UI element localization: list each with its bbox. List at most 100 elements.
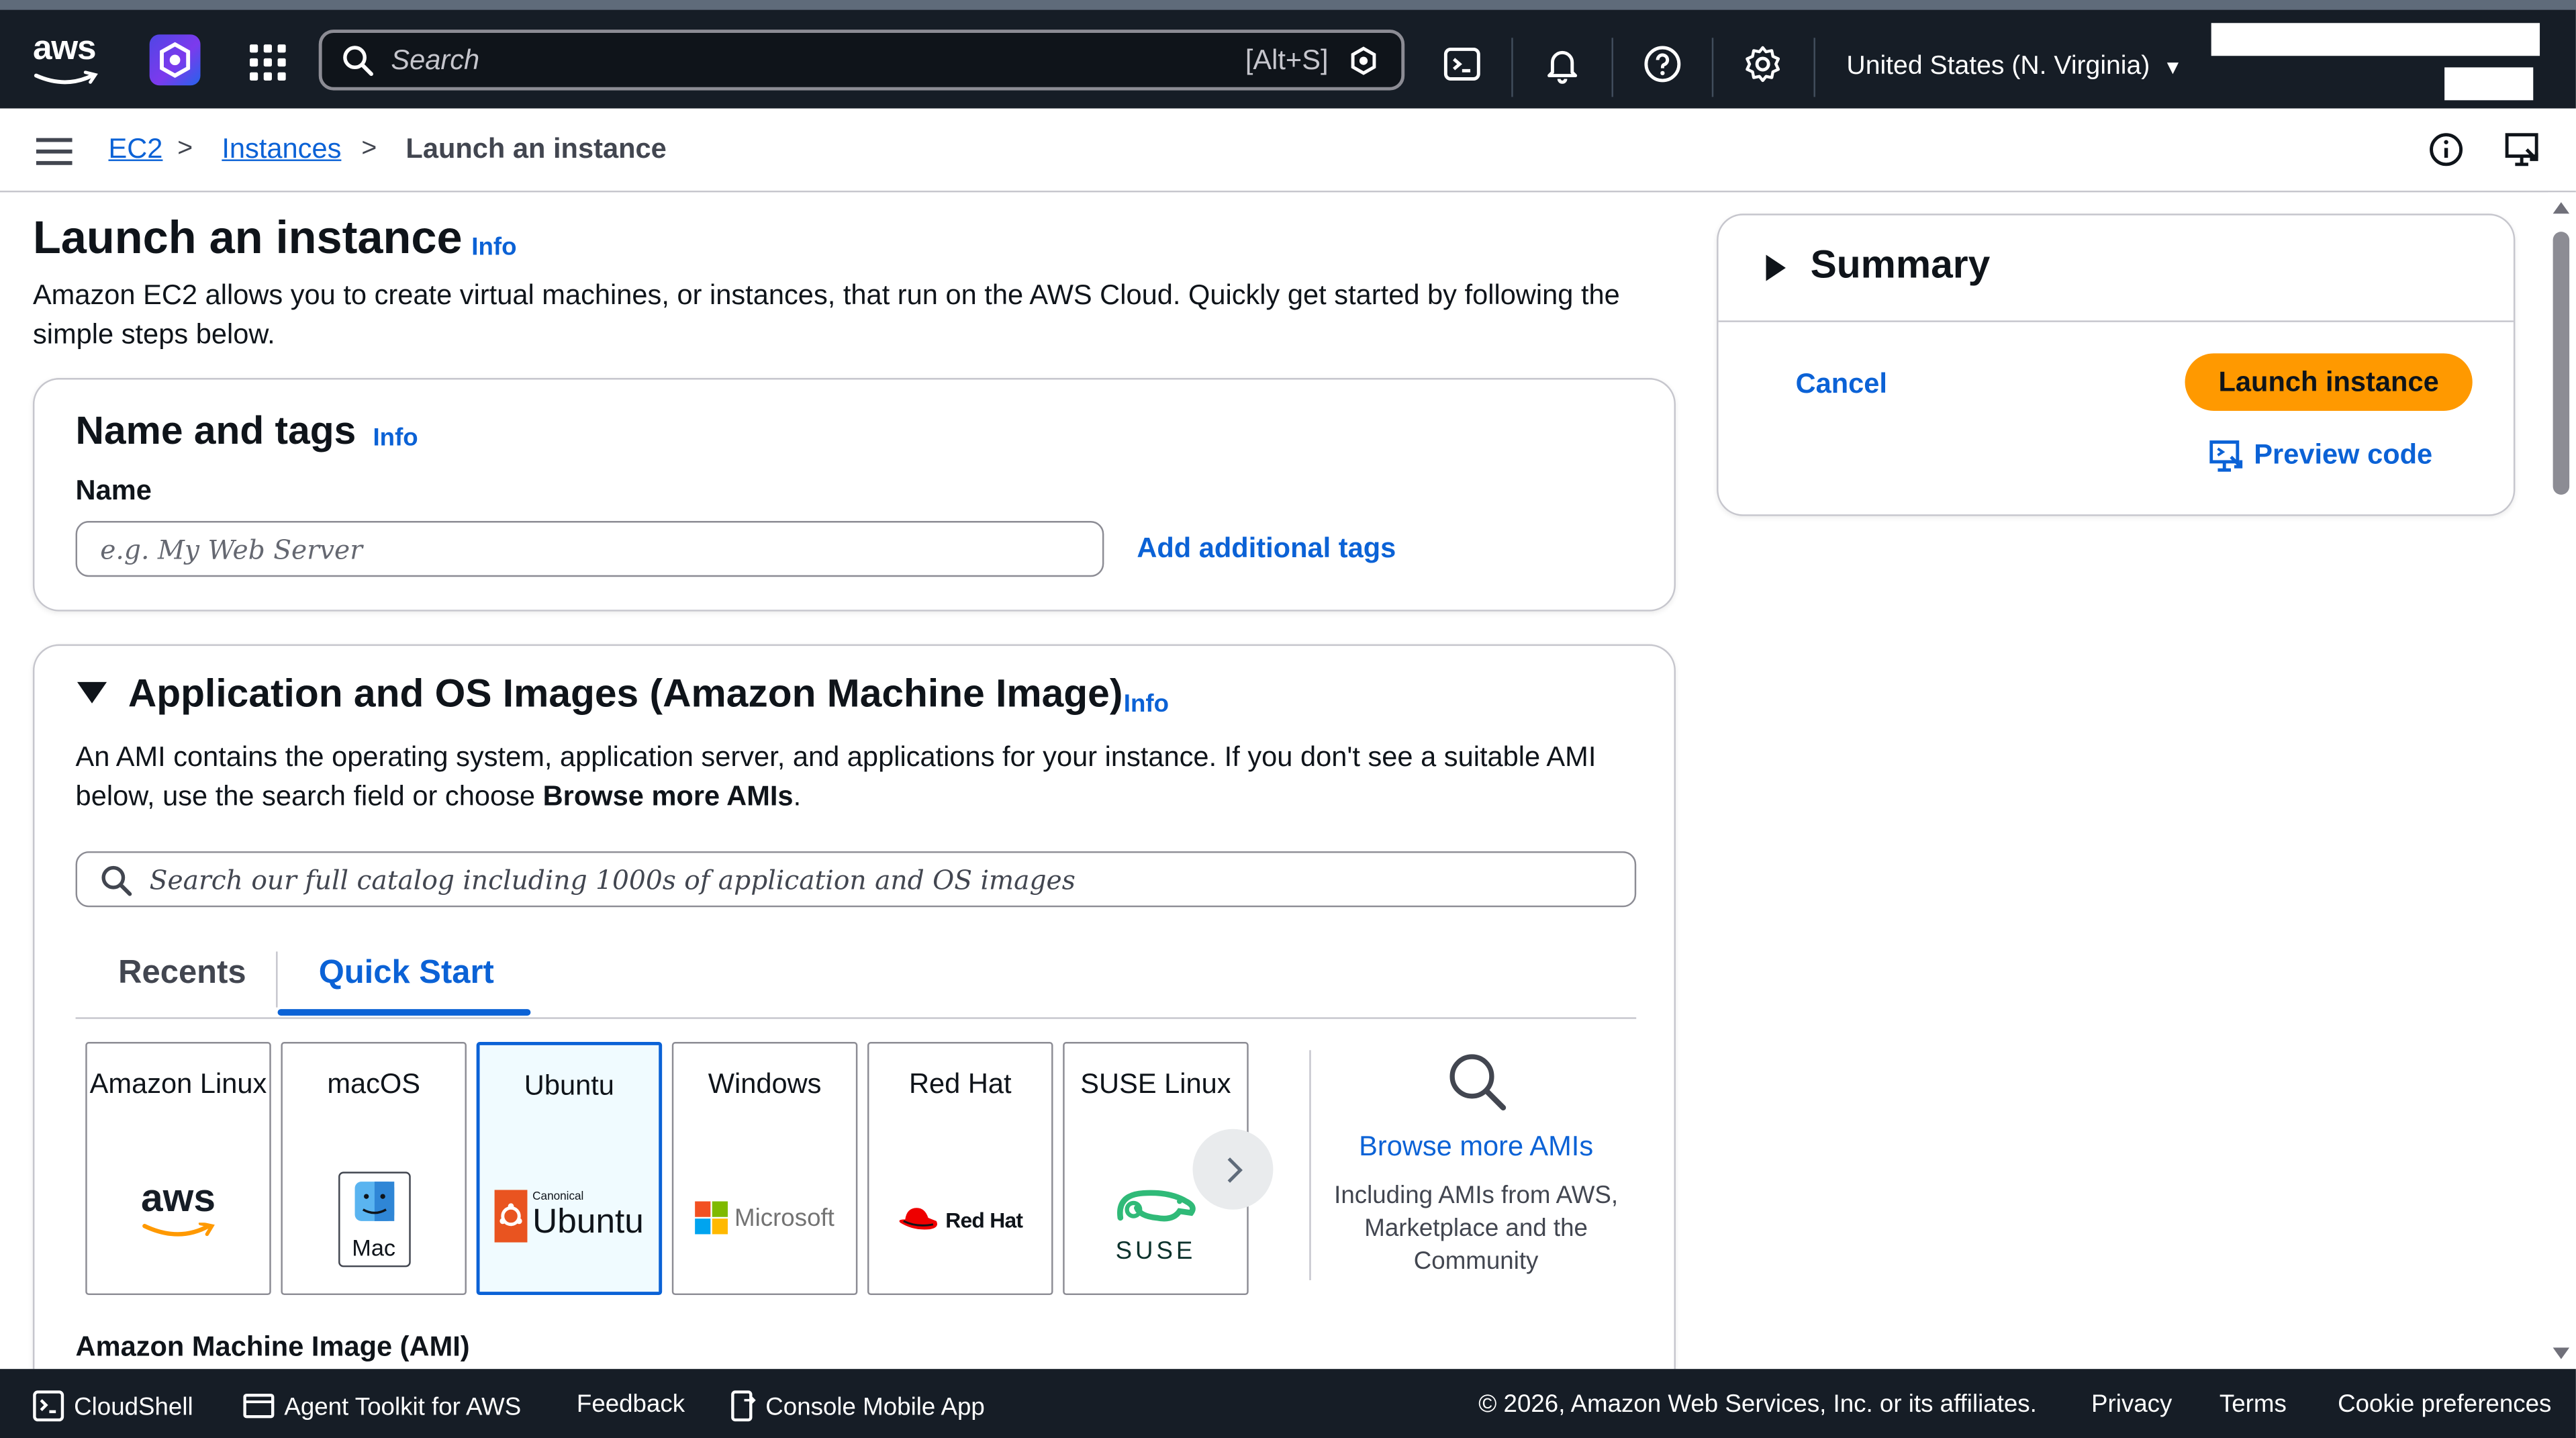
- caret-right-icon[interactable]: [1766, 254, 1786, 281]
- mobile-icon: [731, 1390, 756, 1422]
- tiles-divider: [1309, 1050, 1311, 1280]
- os-tile-ubuntu[interactable]: Ubuntu Canonical Ubuntu: [476, 1042, 663, 1296]
- ami-description-text: An AMI contains the operating system, ap…: [75, 741, 1596, 812]
- tab-divider: [276, 951, 278, 1008]
- global-search-input[interactable]: [391, 41, 1147, 81]
- region-selector[interactable]: United States (N. Virginia) ▼: [1846, 52, 2183, 82]
- next-page-button[interactable]: [1192, 1129, 1274, 1210]
- caret-down-icon[interactable]: [77, 681, 107, 704]
- summary-divider: [1718, 320, 2514, 322]
- magnifier-icon[interactable]: [1445, 1050, 1507, 1112]
- browse-more-amis-link[interactable]: Browse more AMIs: [1333, 1131, 1620, 1163]
- redacted-account-name: [2211, 23, 2540, 56]
- scroll-down-icon[interactable]: [2553, 1347, 2570, 1359]
- ami-search-input[interactable]: [149, 859, 1596, 900]
- launch-instance-button[interactable]: Launch instance: [2185, 353, 2473, 411]
- footer-privacy[interactable]: Privacy: [2091, 1390, 2172, 1419]
- breadcrumb-ec2[interactable]: EC2: [109, 133, 163, 166]
- aws-logo: aws: [87, 1176, 270, 1247]
- browse-more-description: Including AMIs from AWS, Marketplace and…: [1334, 1182, 1619, 1276]
- page-scrollbar[interactable]: [2548, 192, 2576, 1370]
- footer-cookie-preferences[interactable]: Cookie preferences: [2338, 1390, 2551, 1419]
- ami-section-label: Amazon Machine Image (AMI): [75, 1331, 470, 1363]
- menu-icon[interactable]: [36, 136, 73, 166]
- os-tile-label: Amazon Linux: [89, 1068, 267, 1100]
- q-logo-icon: [1351, 46, 1376, 75]
- ami-description-strong: Browse more AMIs: [542, 780, 794, 812]
- bell-icon[interactable]: [1543, 44, 1582, 84]
- tab-quick-start[interactable]: Quick Start: [319, 955, 494, 992]
- redacted-account-id: [2444, 67, 2534, 101]
- os-tile-label: Ubuntu: [524, 1069, 614, 1102]
- redhat-logo: Red Hat: [869, 1204, 1051, 1234]
- cloudshell-icon: [33, 1390, 64, 1422]
- preview-code-button[interactable]: Preview code: [2209, 439, 2432, 473]
- name-tags-info-link[interactable]: Info: [373, 424, 418, 452]
- name-and-tags-panel: Name and tags Info Name Add additional t…: [32, 378, 1676, 612]
- grid-icon[interactable]: [249, 44, 286, 81]
- add-tags-link[interactable]: Add additional tags: [1137, 532, 1396, 565]
- footer-cloudshell-label: CloudShell: [74, 1393, 193, 1422]
- breadcrumb-bar: EC2 > Instances > Launch an instance: [0, 108, 2576, 193]
- summary-title[interactable]: Summary: [1811, 243, 1991, 289]
- search-icon: [101, 865, 132, 896]
- os-tile-macos[interactable]: macOS Mac: [281, 1042, 467, 1296]
- os-tile-amazon-linux[interactable]: Amazon Linux aws: [85, 1042, 271, 1296]
- help-icon[interactable]: [1643, 44, 1682, 84]
- global-search[interactable]: [Alt+S]: [318, 30, 1405, 91]
- chevron-right-icon: [1227, 1156, 1242, 1182]
- footer-agent-toolkit[interactable]: Agent Toolkit for AWS: [243, 1390, 521, 1422]
- cancel-button[interactable]: Cancel: [1796, 368, 1887, 401]
- top-navigation: aws [Alt+S]: [0, 0, 2576, 109]
- name-input[interactable]: [75, 521, 1104, 577]
- scroll-thumb[interactable]: [2553, 232, 2570, 495]
- region-label: United States (N. Virginia): [1846, 52, 2150, 81]
- ami-search[interactable]: [75, 851, 1637, 908]
- search-icon: [343, 46, 373, 77]
- os-tile-red-hat[interactable]: Red Hat Red Hat: [867, 1042, 1053, 1296]
- ami-description-end: .: [793, 780, 802, 812]
- summary-panel: Summary Cancel Launch instance Preview c…: [1717, 213, 2516, 516]
- ami-title: Application and OS Images (Amazon Machin…: [128, 672, 1123, 717]
- app-logo-icon[interactable]: [149, 34, 201, 86]
- chevron-right-icon: >: [361, 134, 377, 163]
- footer-terms[interactable]: Terms: [2220, 1390, 2287, 1419]
- breadcrumb-instances[interactable]: Instances: [222, 133, 341, 166]
- microsoft-icon: [695, 1201, 728, 1235]
- name-tags-title: Name and tags: [75, 409, 356, 454]
- page-info-link[interactable]: Info: [471, 234, 516, 262]
- mac-logo-text: Mac: [352, 1234, 396, 1261]
- aws-logo-text: aws: [140, 1176, 216, 1221]
- gear-icon[interactable]: [1743, 44, 1782, 84]
- name-label: Name: [75, 475, 152, 506]
- toolkit-icon: [243, 1394, 275, 1419]
- info-icon[interactable]: [2428, 132, 2465, 168]
- aws-smile-icon: [34, 70, 98, 85]
- chevron-right-icon: >: [177, 134, 193, 163]
- ubuntu-logo: Canonical Ubuntu: [480, 1190, 659, 1243]
- os-tile-windows[interactable]: Windows Microsoft: [671, 1042, 858, 1296]
- scroll-up-icon[interactable]: [2553, 202, 2570, 214]
- aws-logo[interactable]: aws: [33, 32, 102, 89]
- os-tile-label: macOS: [327, 1068, 421, 1100]
- os-tile-label: SUSE Linux: [1080, 1068, 1231, 1100]
- os-tile-label: Red Hat: [908, 1068, 1012, 1100]
- footer-copyright: © 2026, Amazon Web Services, Inc. or its…: [1478, 1390, 2037, 1419]
- cloudshell-icon[interactable]: [1442, 44, 1482, 84]
- aws-smile-icon: [141, 1221, 214, 1237]
- ami-tabs: Recents Quick Start: [75, 942, 1637, 1019]
- ami-info-link[interactable]: Info: [1124, 690, 1169, 718]
- redhat-icon: [900, 1208, 939, 1230]
- footer-cloudshell[interactable]: CloudShell: [33, 1390, 193, 1422]
- footer-mobile-app[interactable]: Console Mobile App: [731, 1390, 985, 1422]
- suse-chameleon-icon: [1116, 1190, 1195, 1222]
- search-shortcut: [Alt+S]: [1245, 44, 1329, 76]
- caret-down-icon: ▼: [2162, 56, 2183, 79]
- page-description: Amazon EC2 allows you to create virtual …: [32, 279, 1620, 350]
- present-icon[interactable]: [2503, 130, 2543, 169]
- tab-recents[interactable]: Recents: [118, 955, 246, 992]
- footer-feedback[interactable]: Feedback: [577, 1390, 685, 1419]
- ami-panel: Application and OS Images (Amazon Machin…: [32, 644, 1676, 1370]
- footer-mobile-app-label: Console Mobile App: [765, 1393, 985, 1422]
- microsoft-logo-text: Microsoft: [734, 1204, 834, 1232]
